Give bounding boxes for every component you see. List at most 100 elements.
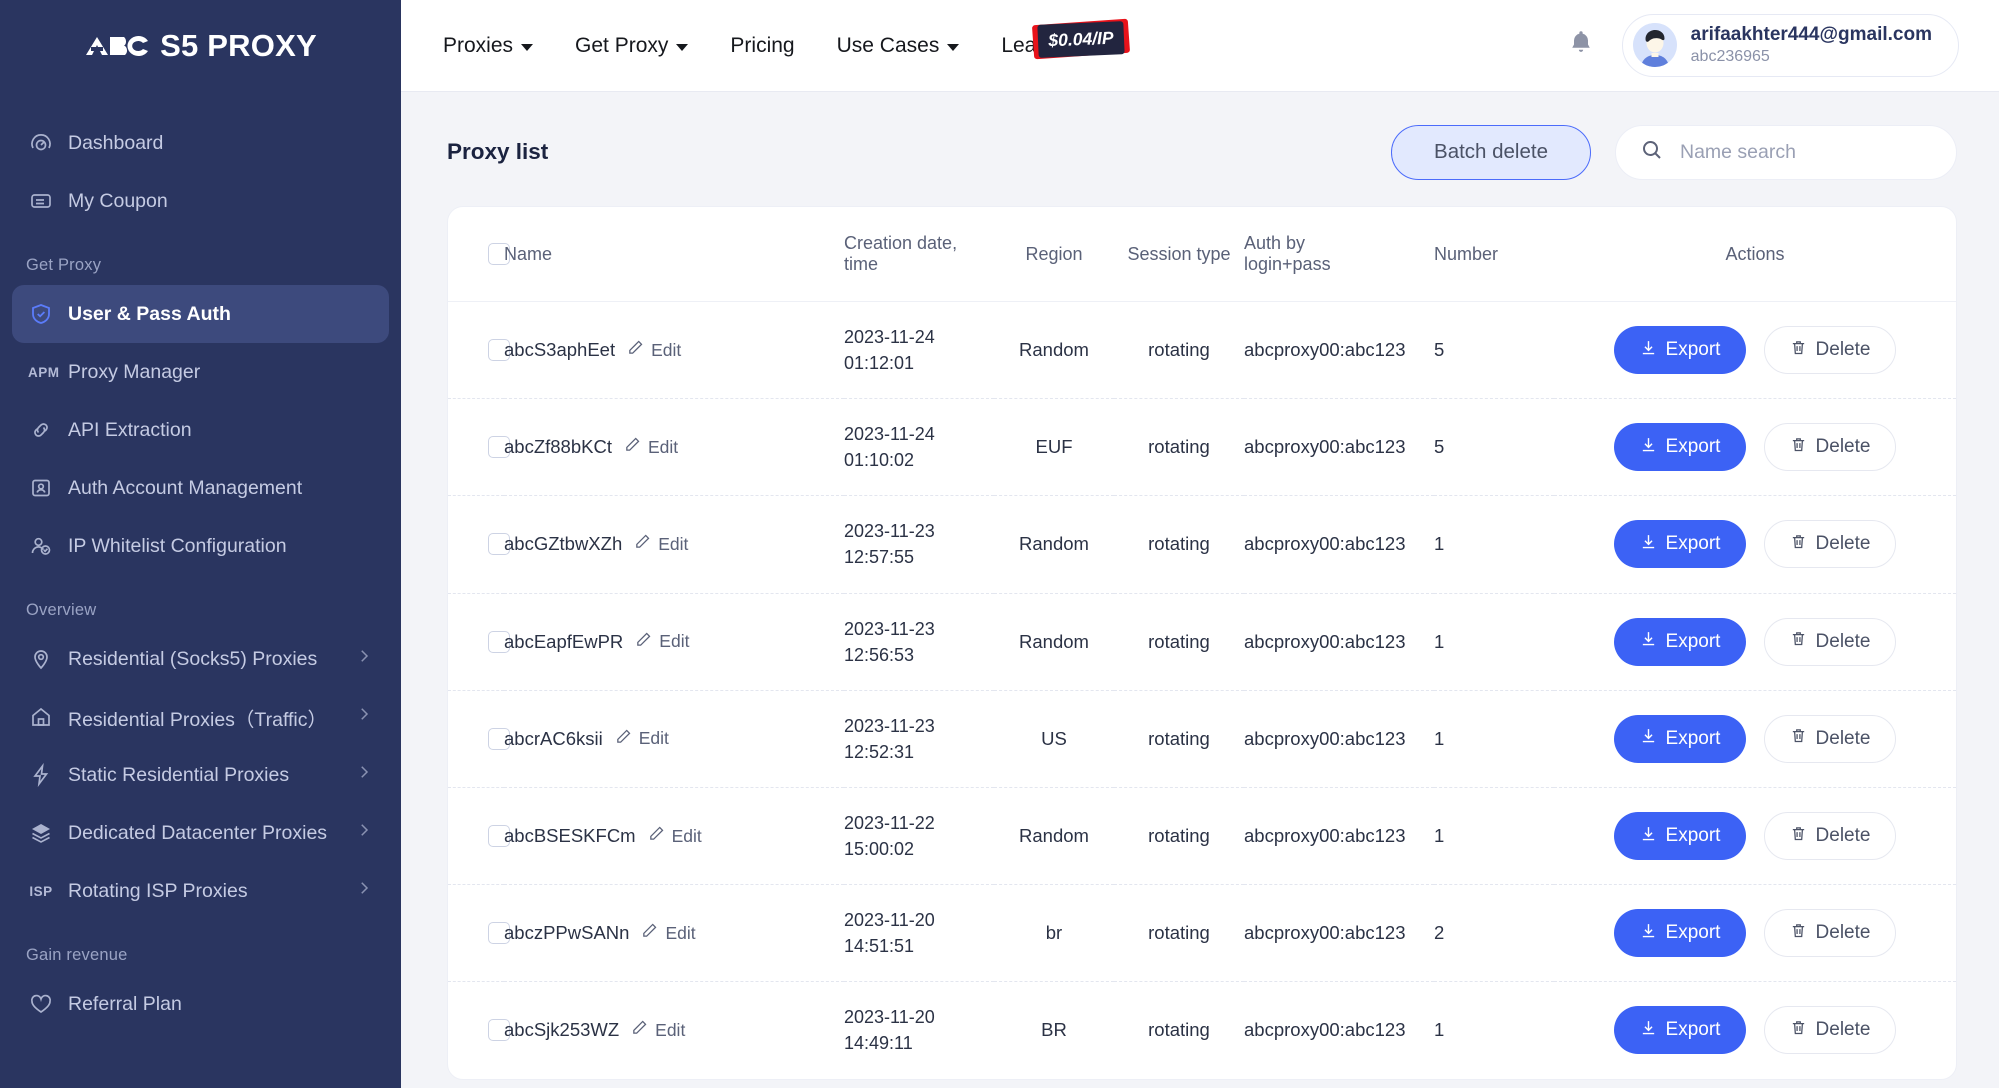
topnav-item-use-cases[interactable]: Use Cases [837, 34, 960, 58]
abc-logo-icon [84, 33, 150, 59]
cell-session-type: rotating [1114, 495, 1244, 594]
cell-creation-date: 2023-11-22 15:00:02 [844, 787, 994, 886]
sidebar-item-my-coupon[interactable]: My Coupon [12, 172, 389, 230]
table-row: abcEapfEwPR Edit 2023-11-23 12:56:53 Random r… [448, 593, 1956, 691]
creation-date: 2023-11-24 [844, 327, 935, 347]
creation-date: 2023-11-23 [844, 521, 935, 542]
cell-auth: abcproxy00:abc123 [1244, 690, 1434, 788]
layers-icon [28, 820, 54, 846]
export-button[interactable]: Export [1614, 909, 1746, 958]
export-button[interactable]: Export [1614, 617, 1746, 666]
cell-name: abcSjk253WZ Edit [504, 982, 844, 1079]
cell-session-type: rotating [1114, 884, 1244, 983]
sidebar-item-label: My Coupon [68, 189, 168, 212]
price-promo-badge[interactable]: $0.04/IP [1031, 14, 1131, 64]
cell-creation-date: 2023-11-20 14:49:11 [844, 982, 994, 1079]
edit-button[interactable]: Edit [631, 1019, 685, 1041]
pencil-icon [635, 631, 652, 653]
topnav-label: Use Cases [836, 33, 940, 57]
delete-button[interactable]: Delete [1764, 423, 1896, 472]
delete-label: Delete [1815, 1019, 1871, 1041]
page-content: Proxy list Batch delete Name search Name… [401, 92, 1999, 1088]
bolt-icon [28, 762, 54, 788]
edit-button[interactable]: Edit [641, 922, 696, 944]
sidebar-item-dedicated-datacenter-proxies[interactable]: Dedicated Datacenter Proxies [12, 804, 389, 862]
sidebar-item-rotating-isp-proxies[interactable]: ISP Rotating ISP Proxies [12, 862, 389, 920]
cell-name: abczPPwSANn Edit [504, 884, 844, 983]
edit-button[interactable]: Edit [627, 339, 681, 361]
cell-actions: Export Delete [1554, 787, 1956, 886]
cell-name: abcrAC6ksii Edit [504, 690, 844, 788]
sidebar-item-api-extraction[interactable]: API Extraction [12, 401, 389, 459]
export-button[interactable]: Export [1614, 812, 1746, 861]
delete-button[interactable]: Delete [1764, 1006, 1896, 1055]
cell-auth: abcproxy00:abc123 [1244, 1019, 1406, 1041]
cell-auth: abcproxy00:abc123 [1244, 884, 1434, 983]
export-button[interactable]: Export [1614, 423, 1746, 472]
delete-label: Delete [1815, 436, 1871, 458]
page-header-actions: Batch delete [1391, 124, 1957, 180]
brand-logo[interactable]: S5 PROXY [0, 0, 401, 92]
edit-button[interactable]: Edit [624, 436, 678, 458]
export-button[interactable]: Export [1614, 714, 1746, 763]
edit-label: Edit [671, 825, 702, 846]
cell-auth: abcproxy00:abc123 [1244, 398, 1434, 497]
cell-number: 2 [1434, 884, 1554, 983]
header-session-type: Session type [1114, 207, 1244, 302]
sidebar-item-dashboard[interactable]: Dashboard [12, 114, 389, 172]
table-row: abcBSESKFCm Edit 2023-11-22 15:00:02 Random r… [448, 787, 1956, 886]
sidebar-item-label: IP Whitelist Configuration [68, 534, 287, 557]
sidebar-item-auth-account-management[interactable]: Auth Account Management [12, 459, 389, 517]
trash-icon [1790, 630, 1807, 653]
batch-delete-button[interactable]: Batch delete [1391, 124, 1591, 180]
cell-region: Random [994, 301, 1114, 400]
pencil-icon [648, 825, 665, 847]
topnav-item-get-proxy[interactable]: Get Proxy [575, 34, 689, 58]
export-button[interactable]: Export [1614, 326, 1746, 375]
edit-button[interactable]: Edit [615, 728, 669, 750]
export-button[interactable]: Export [1614, 1006, 1746, 1055]
cell-creation-date: 2023-11-24 01:10:02 [844, 398, 994, 497]
shield-check-icon [28, 301, 54, 327]
delete-button[interactable]: Delete [1764, 714, 1896, 763]
user-account-chip[interactable]: arifaakhter444@gmail.com abc236965 [1621, 14, 1959, 77]
sidebar-item-static-residential-proxies[interactable]: Static Residential Proxies [12, 746, 389, 804]
cell-name: abcBSESKFCm Edit [504, 787, 844, 886]
avatar [1632, 23, 1677, 68]
row-select-cell [448, 495, 510, 594]
table-row: abcrAC6ksii Edit 2023-11-23 12:52:31 US rotat… [448, 690, 1956, 788]
sidebar-item-label: Residential Proxies（Traffic） [68, 708, 328, 731]
sidebar-item-ip-whitelist-configuration[interactable]: IP Whitelist Configuration [12, 517, 389, 575]
search-input[interactable] [1680, 140, 1932, 164]
trash-icon [1790, 533, 1807, 556]
delete-button[interactable]: Delete [1764, 909, 1896, 958]
topnav-item-proxies[interactable]: Proxies [443, 34, 534, 58]
cell-session-type: rotating [1114, 690, 1244, 788]
sidebar-item-residential-proxies-traffic[interactable]: Residential Proxies（Traffic） [12, 688, 389, 746]
topnav-item-pricing[interactable]: Pricing [730, 34, 794, 58]
delete-button[interactable]: Delete [1764, 520, 1896, 569]
search-box[interactable] [1615, 124, 1957, 180]
cell-name: abcZf88bKCt Edit [504, 398, 844, 497]
pencil-icon [615, 728, 632, 750]
delete-label: Delete [1815, 825, 1871, 847]
delete-button[interactable]: Delete [1764, 617, 1896, 666]
pencil-icon [634, 533, 651, 555]
cell-session-type: rotating [1114, 787, 1244, 886]
sidebar-item-residential-socks5-proxies[interactable]: Residential (Socks5) Proxies [12, 630, 389, 688]
sidebar-item-label: Referral Plan [68, 992, 182, 1015]
sidebar-item-user-pass-auth[interactable]: User & Pass Auth [12, 285, 389, 343]
edit-button[interactable]: Edit [648, 825, 702, 847]
sidebar-item-proxy-manager[interactable]: APM Proxy Manager [12, 343, 389, 401]
bell-icon[interactable] [1566, 28, 1596, 63]
sidebar-item-referral-plan[interactable]: Referral Plan [12, 975, 389, 1033]
chevron-right-icon [355, 879, 373, 903]
edit-button[interactable]: Edit [634, 533, 688, 555]
edit-button[interactable]: Edit [635, 631, 689, 653]
export-label: Export [1665, 825, 1721, 847]
user-info: arifaakhter444@gmail.com abc236965 [1691, 23, 1932, 68]
delete-button[interactable]: Delete [1764, 326, 1896, 375]
delete-button[interactable]: Delete [1764, 812, 1896, 861]
header-actions: Actions [1554, 207, 1956, 302]
export-button[interactable]: Export [1614, 520, 1746, 569]
